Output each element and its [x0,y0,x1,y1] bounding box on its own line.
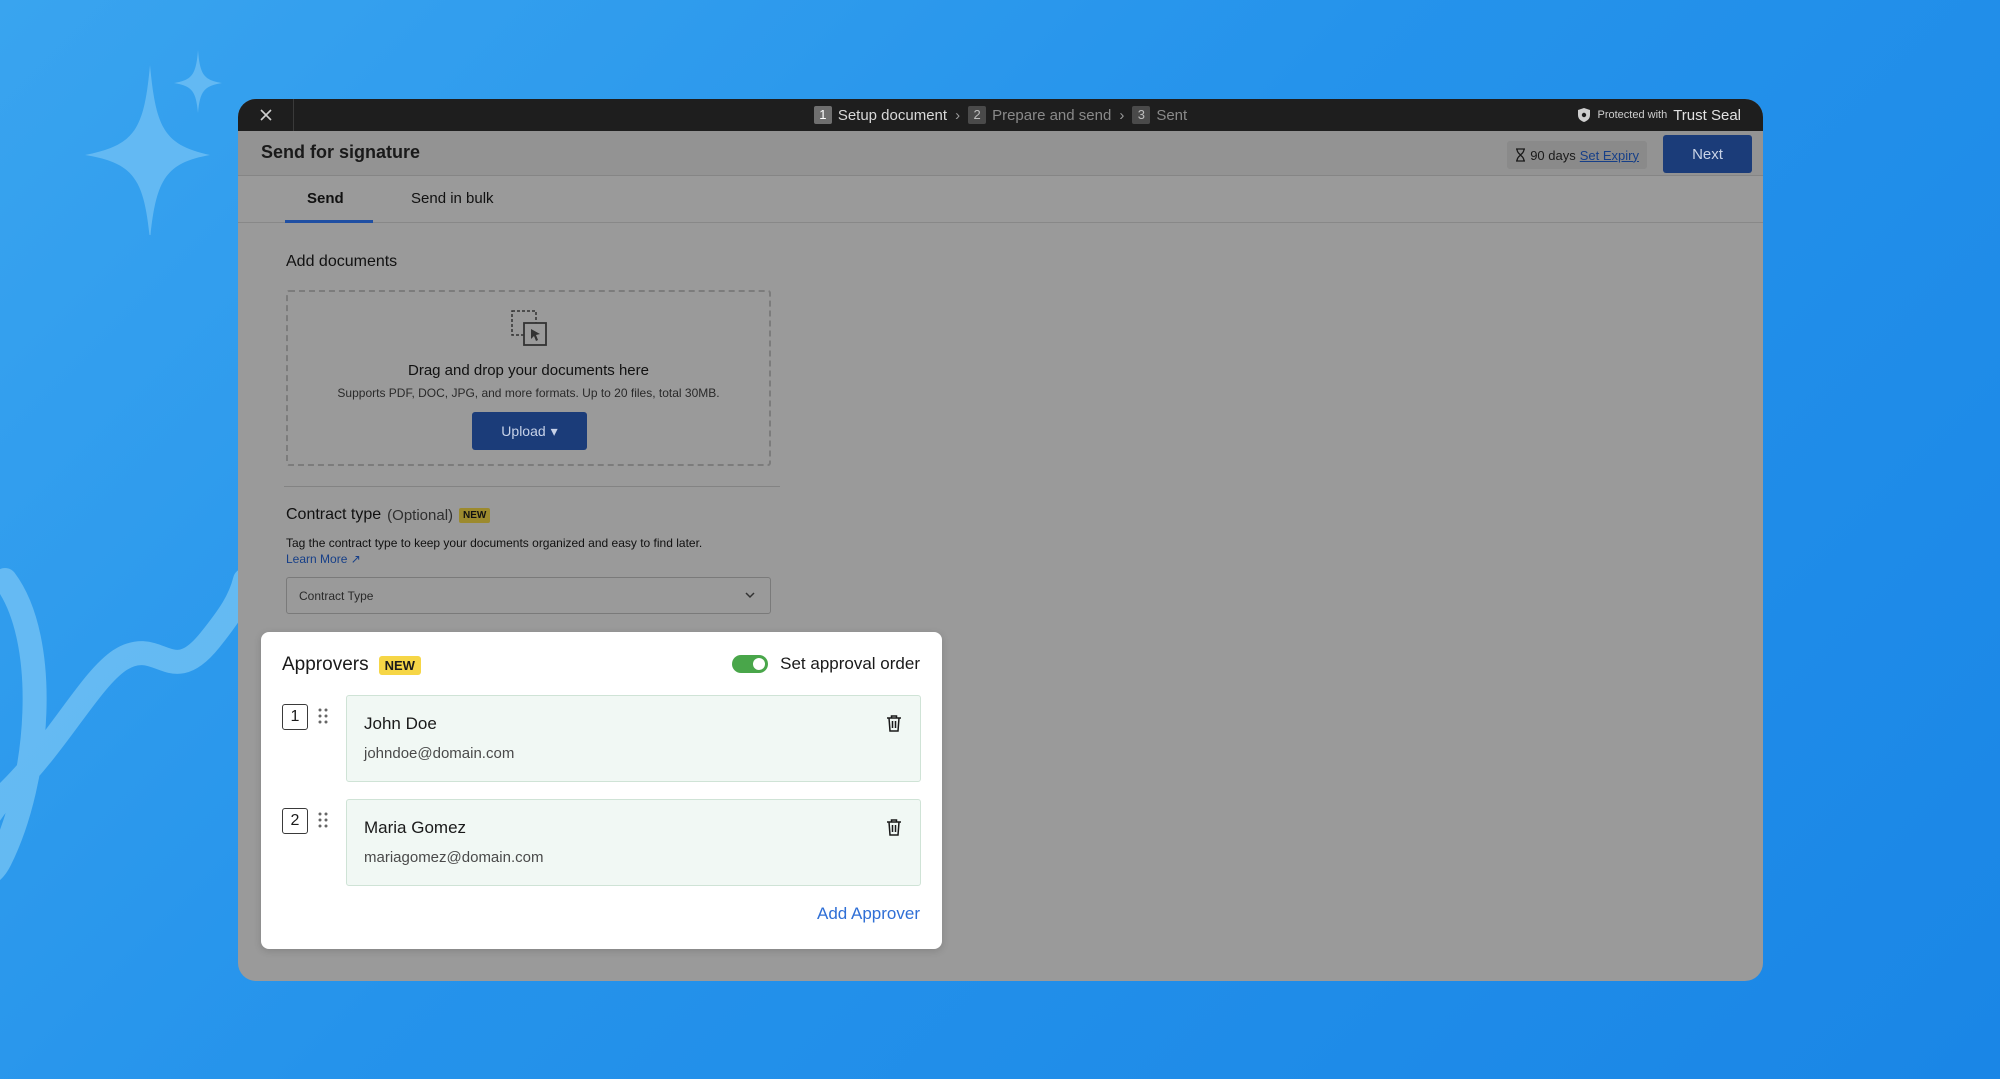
approvers-heading: Approvers NEW [282,654,421,676]
dropzone-subtitle: Supports PDF, DOC, JPG, and more formats… [337,386,720,400]
shield-icon [1578,108,1591,122]
approver-name: Maria Gomez [364,818,467,837]
add-approver-link[interactable]: Add Approver [817,904,920,924]
expiry-days: 90 days [1530,147,1576,163]
wave-decoration-icon [0,568,250,880]
page-title: Send for signature [261,142,421,162]
hourglass-icon [1516,148,1526,162]
expiry-indicator: 90 days Set Expiry [1507,141,1647,169]
step-number: 2 [968,106,987,124]
set-expiry-link[interactable]: Set Expiry [1580,148,1639,163]
approver-order-number: 1 [282,704,308,730]
approvers-card: Approvers NEW Set approval order 1 John … [261,632,942,949]
contract-type-heading: Contract type (Optional) NEW [286,506,491,524]
approver-card: Maria Gomez mariagomez@domain.com [346,799,921,886]
chevron-right-icon: › [1119,106,1125,124]
add-documents-title: Add documents [286,253,398,270]
approver-row: 2 Maria Gomez mariagomez@domain.com [282,799,921,886]
page-header: Send for signature 90 days Set Expiry Ne… [238,131,1763,176]
section-divider [284,486,780,487]
upload-label: Upload [501,423,546,439]
document-dropzone[interactable]: Drag and drop your documents here Suppor… [286,290,771,466]
trust-seal-brand: Trust Seal [1673,106,1741,124]
new-badge: NEW [378,655,421,675]
trash-icon[interactable] [886,818,902,836]
contract-type-title: Contract type [286,506,382,523]
approver-email: johndoe@domain.com [364,745,515,762]
step-label: Prepare and send [992,106,1112,124]
approvers-title: Approvers [282,654,369,675]
drag-handle-icon[interactable] [318,812,328,828]
chevron-right-icon: › [955,106,961,124]
step-setup-document: 1 Setup document [813,106,948,124]
approval-order-label: Set approval order [780,654,920,673]
top-bar: 1 Setup document › 2 Prepare and send › … [238,99,1763,131]
step-sent: 3 Sent [1132,106,1187,124]
step-label: Setup document [837,106,948,124]
contract-type-select[interactable]: Contract Type [286,577,771,614]
trust-seal-badge: Protected with Trust Seal [1577,99,1741,131]
upload-button[interactable]: Upload ▾ [472,412,587,450]
learn-more-label: Learn More [286,552,348,566]
contract-type-value: Contract Type [299,588,374,603]
external-link-icon: ↗ [350,552,361,566]
active-tab-indicator [285,220,373,223]
stepper: 1 Setup document › 2 Prepare and send › … [238,99,1763,131]
chevron-down-icon [745,592,755,599]
approver-order-number: 2 [282,808,308,834]
drag-handle-icon[interactable] [318,708,328,724]
tab-bar: Send Send in bulk [238,176,1763,223]
drag-drop-icon [511,310,547,346]
sparkle-decoration-icon [85,50,222,235]
approver-card: John Doe johndoe@domain.com [346,695,921,782]
contract-type-description: Tag the contract type to keep your docum… [286,536,703,550]
trash-icon[interactable] [886,714,902,732]
step-number: 3 [1132,106,1151,124]
dropzone-title: Drag and drop your documents here [408,362,649,379]
approver-row: 1 John Doe johndoe@domain.com [282,695,921,782]
protected-label: Protected with [1597,109,1668,121]
approval-order-setting: Set approval order [732,654,920,674]
step-label: Sent [1156,106,1188,124]
next-button[interactable]: Next [1663,135,1752,173]
tab-send-in-bulk[interactable]: Send in bulk [411,190,494,207]
tab-send[interactable]: Send [307,190,344,207]
new-badge: NEW [459,507,491,523]
step-prepare-and-send: 2 Prepare and send [968,106,1111,124]
approver-email: mariagomez@domain.com [364,849,544,866]
step-number: 1 [813,106,832,124]
approver-name: John Doe [364,714,437,733]
caret-down-icon: ▾ [550,422,558,439]
learn-more-link[interactable]: Learn More ↗ [286,552,361,566]
optional-label: (Optional) [387,506,454,524]
approval-order-toggle[interactable] [732,655,769,673]
